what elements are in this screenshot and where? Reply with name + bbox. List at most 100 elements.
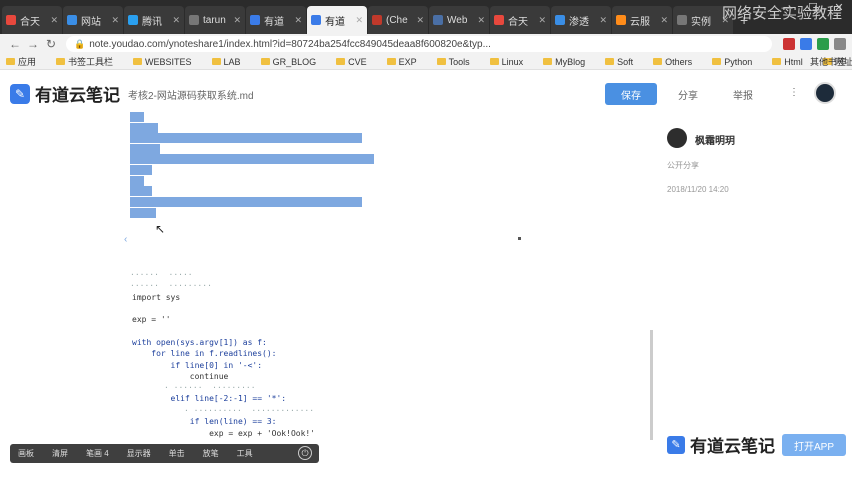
bookmark-item[interactable]: Tools bbox=[436, 57, 470, 67]
browser-tab[interactable]: 有道 ✕ bbox=[307, 6, 367, 34]
close-tab-icon[interactable]: ✕ bbox=[477, 15, 485, 26]
power-icon[interactable]: ⏻ bbox=[298, 446, 312, 460]
bookmark-label: MyBlog bbox=[555, 56, 586, 67]
tab-favicon-icon bbox=[433, 15, 443, 25]
close-tab-icon[interactable]: ✕ bbox=[172, 15, 180, 26]
selection-highlight bbox=[130, 186, 152, 196]
bookmark-item[interactable]: CVE bbox=[336, 57, 367, 67]
bookmark-item[interactable]: WEBSITES bbox=[133, 57, 192, 67]
browser-tab[interactable]: 合天 ✕ bbox=[2, 6, 62, 34]
close-tab-icon[interactable]: ✕ bbox=[111, 15, 119, 26]
scrollbar[interactable] bbox=[650, 330, 653, 440]
url-field[interactable]: 🔒 note.youdao.com/ynoteshare1/index.html… bbox=[66, 36, 772, 52]
close-tab-icon[interactable]: ✕ bbox=[294, 15, 302, 26]
extension-icon[interactable] bbox=[817, 38, 829, 50]
close-tab-icon[interactable]: ✕ bbox=[599, 15, 607, 26]
browser-tab[interactable]: 有道 ✕ bbox=[246, 6, 306, 34]
selection-highlight bbox=[130, 112, 144, 122]
forward-arrow-icon[interactable]: → bbox=[24, 37, 42, 51]
author-name[interactable]: 枫霜明玥 bbox=[695, 132, 735, 147]
bookmark-item[interactable]: 书签工具栏 bbox=[56, 55, 113, 68]
toolbar-button[interactable]: 笔画 4 bbox=[86, 448, 109, 459]
folder-icon bbox=[211, 58, 221, 65]
toolbar-button[interactable]: 工具 bbox=[237, 448, 253, 459]
more-menu-icon[interactable]: ⋮ bbox=[789, 87, 799, 98]
bookmark-item[interactable]: MyBlog bbox=[543, 57, 585, 67]
close-tab-icon[interactable]: ✕ bbox=[660, 15, 668, 26]
extension-icon[interactable] bbox=[800, 38, 812, 50]
browser-tab[interactable]: 合天 ✕ bbox=[490, 6, 550, 34]
code-comment-line: ······ ····· bbox=[130, 270, 193, 279]
user-avatar[interactable] bbox=[814, 82, 836, 104]
report-link[interactable]: 举报 bbox=[733, 87, 753, 102]
code-line: exp = '' bbox=[132, 315, 171, 324]
author-avatar[interactable] bbox=[667, 128, 687, 148]
folder-icon bbox=[605, 58, 615, 65]
selection-highlight bbox=[130, 208, 156, 218]
close-tab-icon[interactable]: ✕ bbox=[538, 15, 546, 26]
open-app-button[interactable]: 打开APP bbox=[782, 434, 846, 456]
tab-title: tarun bbox=[203, 14, 226, 26]
selection-highlight bbox=[130, 123, 158, 133]
youdao-logo-text: 有道云笔记 bbox=[35, 86, 120, 105]
minimize-icon[interactable]: — bbox=[774, 0, 800, 16]
close-window-icon[interactable]: ✕ bbox=[826, 0, 852, 16]
close-tab-icon[interactable]: ✕ bbox=[50, 15, 58, 26]
collapse-icon[interactable]: ‹ bbox=[124, 234, 127, 245]
code-comment-line: · ······ ········· bbox=[164, 383, 256, 392]
browser-tab[interactable]: 云服 ✕ bbox=[612, 6, 672, 34]
tab-favicon-icon bbox=[372, 15, 382, 25]
folder-icon bbox=[260, 58, 270, 65]
toolbar-button[interactable]: 显示器 bbox=[127, 448, 151, 459]
footer-logo-text: 有道云笔记 bbox=[690, 437, 775, 456]
browser-tab[interactable]: Web ✕ bbox=[429, 6, 489, 34]
bookmark-item[interactable]: Linux bbox=[489, 57, 523, 67]
toolbar-button[interactable]: 画板 bbox=[18, 448, 34, 459]
scroll-dot bbox=[518, 237, 521, 240]
share-date: 2018/11/20 14:20 bbox=[667, 185, 729, 194]
toolbar-button[interactable]: 放笔 bbox=[203, 448, 219, 459]
selection-highlight bbox=[130, 176, 144, 186]
youdao-logo-icon: ✎ bbox=[667, 435, 685, 454]
bookmark-item[interactable]: Soft bbox=[605, 57, 633, 67]
toolbar-button[interactable]: 单击 bbox=[169, 448, 185, 459]
browser-tab[interactable]: 渗透 ✕ bbox=[551, 6, 611, 34]
browser-tab[interactable]: 腾讯 ✕ bbox=[124, 6, 184, 34]
maximize-icon[interactable]: ☐ bbox=[800, 0, 826, 16]
bookmark-item[interactable]: Others bbox=[653, 57, 692, 67]
tab-title: 腾讯 bbox=[142, 16, 162, 28]
tab-title: 渗透 bbox=[569, 16, 589, 28]
tab-favicon-icon bbox=[494, 15, 504, 25]
browser-tab[interactable]: (Che ✕ bbox=[368, 6, 428, 34]
bookmark-item[interactable]: LAB bbox=[211, 57, 241, 67]
bookmark-item[interactable]: 应用 bbox=[6, 55, 36, 68]
share-link[interactable]: 分享 bbox=[678, 87, 698, 102]
back-arrow-icon[interactable]: ← bbox=[6, 37, 24, 51]
bookmark-item[interactable]: Html bbox=[772, 57, 803, 67]
save-button[interactable]: 保存 bbox=[605, 83, 657, 105]
browser-tab[interactable]: 网站 ✕ bbox=[63, 6, 123, 34]
share-status: 公开分享 bbox=[667, 161, 699, 170]
extension-icon[interactable] bbox=[783, 38, 795, 50]
toolbar-button[interactable]: 清屏 bbox=[52, 448, 68, 459]
bookmark-item[interactable]: EXP bbox=[386, 57, 417, 67]
close-tab-icon[interactable]: ✕ bbox=[233, 15, 241, 26]
close-tab-icon[interactable]: ✕ bbox=[355, 15, 363, 26]
tab-favicon-icon bbox=[677, 15, 687, 25]
tab-favicon-icon bbox=[250, 15, 260, 25]
close-tab-icon[interactable]: ✕ bbox=[416, 15, 424, 26]
youdao-logo[interactable]: ✎ 有道云笔记 bbox=[10, 81, 120, 106]
reload-icon[interactable]: ↻ bbox=[42, 37, 60, 51]
bookmark-label: 书签工具栏 bbox=[68, 57, 114, 67]
selection-highlight bbox=[130, 197, 362, 207]
tab-favicon-icon bbox=[128, 15, 138, 25]
tab-favicon-icon bbox=[189, 15, 199, 25]
bookmark-label: 应用 bbox=[18, 57, 37, 67]
browser-tab[interactable]: tarun ✕ bbox=[185, 6, 245, 34]
bookmark-label: CVE bbox=[348, 56, 367, 67]
profile-icon[interactable] bbox=[834, 38, 846, 50]
bookmark-item[interactable]: Python bbox=[712, 57, 752, 67]
footer-logo[interactable]: ✎ 有道云笔记 bbox=[667, 432, 775, 457]
bookmark-item[interactable]: GR_BLOG bbox=[260, 57, 316, 67]
bookmark-other[interactable]: 其他书签 bbox=[810, 55, 846, 68]
